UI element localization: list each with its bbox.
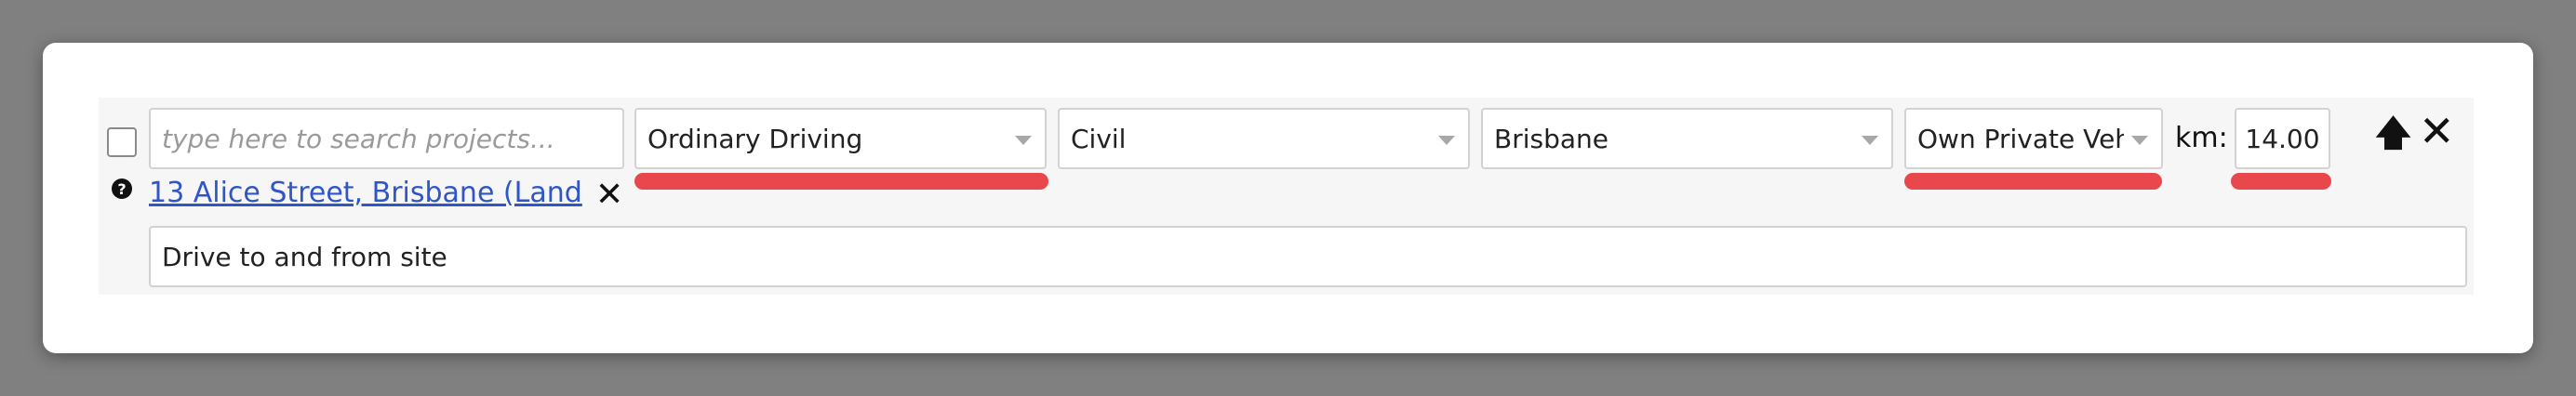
- caret-down-icon: [2131, 136, 2148, 145]
- caret-down-icon: [1862, 136, 1878, 145]
- description-input[interactable]: Drive to and from site: [149, 226, 2467, 287]
- km-validation-underline: [2231, 173, 2331, 190]
- row-select-checkbox[interactable]: [107, 127, 137, 157]
- vehicle-value: Own Private Vehi: [1917, 123, 2124, 154]
- remove-project-close-icon[interactable]: ✕: [595, 177, 623, 214]
- description-value: Drive to and from site: [162, 241, 447, 272]
- km-input[interactable]: 14.00: [2235, 108, 2330, 169]
- mileage-type-validation-underline: [634, 173, 1048, 190]
- location-select[interactable]: Brisbane: [1481, 108, 1893, 169]
- department-value: Civil: [1071, 123, 1127, 154]
- caret-down-icon: [1438, 136, 1455, 145]
- department-select[interactable]: Civil: [1058, 108, 1470, 169]
- vehicle-validation-underline: [1904, 173, 2162, 190]
- close-icon[interactable]: ✕: [2419, 110, 2455, 152]
- project-link[interactable]: 13 Alice Street, Brisbane (Land: [149, 175, 582, 212]
- project-search-input[interactable]: type here to search projects...: [149, 108, 624, 169]
- caret-down-icon: [1015, 136, 1032, 145]
- project-search-placeholder: type here to search projects...: [162, 123, 555, 154]
- km-label: km:: [2175, 122, 2228, 154]
- arrow-up-icon[interactable]: 🡅: [2375, 115, 2411, 151]
- question-circle-icon[interactable]: ?: [112, 178, 132, 199]
- km-value: 14.00: [2245, 123, 2320, 154]
- mileage-type-value: Ordinary Driving: [647, 123, 863, 154]
- location-value: Brisbane: [1494, 123, 1608, 154]
- mileage-type-select[interactable]: Ordinary Driving: [634, 108, 1047, 169]
- vehicle-select[interactable]: Own Private Vehi: [1904, 108, 2163, 169]
